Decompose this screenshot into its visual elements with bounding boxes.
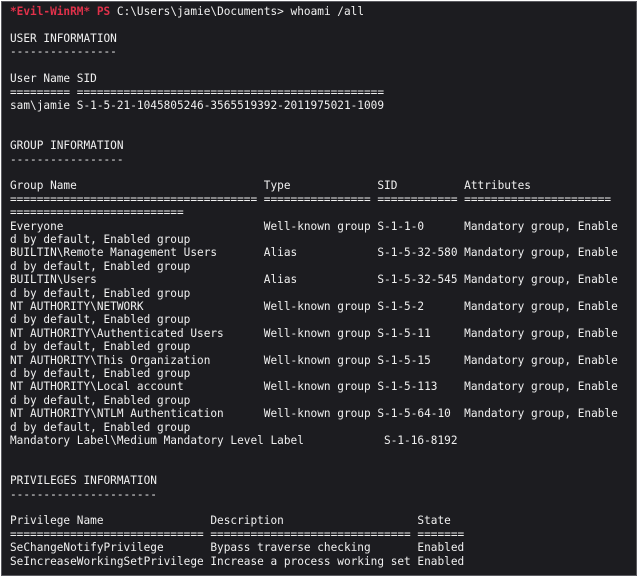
privileges-info-underline: ---------------------- bbox=[10, 487, 157, 501]
prompt-line: *Evil-WinRM* PS C:\Users\jamie\Documents… bbox=[10, 5, 364, 18]
group-row: Everyone Well-known group S-1-1-0 Mandat… bbox=[10, 219, 618, 233]
shell-name: *Evil-WinRM* bbox=[10, 5, 91, 18]
group-row: BUILTIN\Remote Management Users Alias S-… bbox=[10, 246, 618, 260]
group-row: d by default, Enabled group bbox=[10, 313, 191, 327]
privilege-row: SeChangeNotifyPrivilege Bypass traverse … bbox=[10, 541, 465, 555]
group-row: d by default, Enabled group bbox=[10, 420, 191, 434]
privileges-info-columns-rule: ============================= ==========… bbox=[10, 527, 465, 541]
user-info-columns-rule: ========= ==============================… bbox=[10, 85, 385, 99]
group-info-underline: ----------------- bbox=[10, 152, 124, 166]
privilege-row: SeIncreaseWorkingSetPrivilege Increase a… bbox=[10, 554, 465, 568]
privileges-info-columns-header: Privilege Name Description State bbox=[10, 514, 451, 528]
group-info-heading: GROUP INFORMATION bbox=[10, 139, 124, 153]
group-row: d by default, Enabled group bbox=[10, 233, 191, 246]
group-row: d by default, Enabled group bbox=[10, 340, 191, 354]
group-row: NT AUTHORITY\Local account Well-known gr… bbox=[10, 380, 618, 394]
group-row: Mandatory Label\Medium Mandatory Level L… bbox=[10, 434, 458, 447]
group-row: d by default, Enabled group bbox=[10, 393, 191, 407]
group-row: NT AUTHORITY\Authenticated Users Well-kn… bbox=[10, 326, 618, 340]
group-row: NT AUTHORITY\This Organization Well-know… bbox=[10, 353, 618, 367]
group-row: NT AUTHORITY\NETWORK Well-known group S-… bbox=[10, 300, 618, 313]
group-row: d by default, Enabled group bbox=[10, 259, 191, 273]
group-row: d by default, Enabled group bbox=[10, 286, 191, 300]
user-info-underline: ---------------- bbox=[10, 45, 117, 59]
group-info-columns-rule: ===================================== ==… bbox=[10, 192, 612, 206]
user-info-row: sam\jamie S-1-5-21-1045805246-3565519392… bbox=[10, 99, 385, 112]
terminal-window[interactable]: *Evil-WinRM* PS C:\Users\jamie\Documents… bbox=[1, 1, 637, 576]
group-row: NT AUTHORITY\NTLM Authentication Well-kn… bbox=[10, 407, 618, 421]
group-row: BUILTIN\Users Alias S-1-5-32-545 Mandato… bbox=[10, 273, 618, 287]
user-info-heading: USER INFORMATION bbox=[10, 32, 117, 45]
group-row: d by default, Enabled group bbox=[10, 367, 191, 380]
ps-label: PS bbox=[96, 5, 111, 18]
privileges-info-heading: PRIVILEGES INFORMATION bbox=[10, 474, 157, 488]
group-info-columns-header: Group Name Type SID Attributes bbox=[10, 179, 531, 193]
command-text: C:\Users\jamie\Documents> whoami /all bbox=[116, 5, 365, 18]
user-info-columns-header: User Name SID bbox=[10, 72, 97, 86]
group-info-columns-rule-wrap: ========================== bbox=[10, 206, 184, 220]
